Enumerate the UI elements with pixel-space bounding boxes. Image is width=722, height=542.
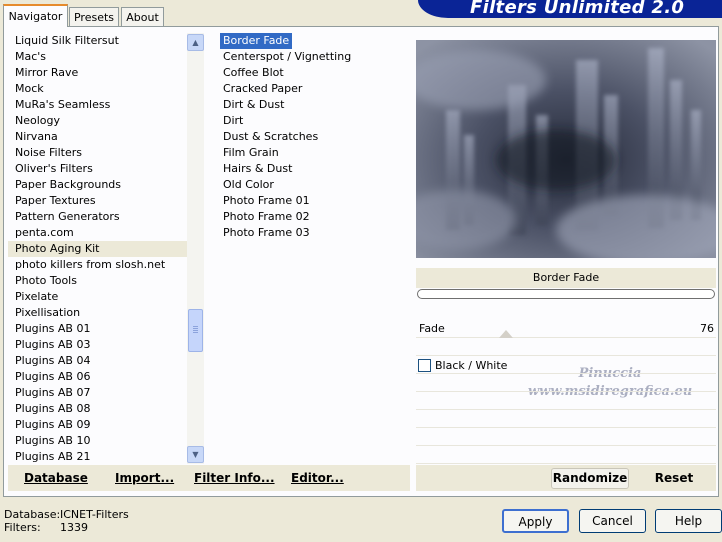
category-item[interactable]: Paper Backgrounds xyxy=(8,177,188,193)
black-white-checkbox[interactable] xyxy=(418,359,431,372)
control-row xyxy=(416,446,716,464)
preview-image xyxy=(416,40,716,258)
category-list[interactable]: Liquid Silk Filtersut Mac's Mirror Rave Moc… xyxy=(8,33,188,465)
editor-button[interactable]: Editor... xyxy=(291,471,344,485)
filter-item[interactable]: Dirt xyxy=(220,113,410,129)
control-row xyxy=(416,338,716,356)
category-item[interactable]: Mirror Rave xyxy=(8,65,188,81)
category-item[interactable]: Plugins AB 03 xyxy=(8,337,188,353)
filter-item[interactable]: Hairs & Dust xyxy=(220,161,410,177)
category-item[interactable]: Paper Textures xyxy=(8,193,188,209)
filter-item[interactable]: Film Grain xyxy=(220,145,410,161)
database-status-label: Database: xyxy=(4,508,61,521)
category-item[interactable]: Pixellisation xyxy=(8,305,188,321)
black-white-label: Black / White xyxy=(435,359,508,372)
filters-status-value: 1339 xyxy=(60,521,88,534)
status-labels: Database: Filters: xyxy=(4,508,60,534)
database-status-value: ICNET-Filters xyxy=(60,508,129,521)
selected-filter-title: Border Fade xyxy=(416,268,716,288)
app-title: Filters Unlimited 2.0 xyxy=(470,0,685,18)
category-item[interactable]: Plugins AB 09 xyxy=(8,417,188,433)
filter-info-button[interactable]: Filter Info... xyxy=(194,471,275,485)
scroll-thumb[interactable] xyxy=(188,309,203,352)
category-scrollbar[interactable]: ▲ ▼ xyxy=(187,33,204,464)
progress-bar xyxy=(417,289,715,299)
category-item[interactable]: Oliver's Filters xyxy=(8,161,188,177)
category-item[interactable]: photo killers from slosh.net xyxy=(8,257,188,273)
category-item[interactable]: Liquid Silk Filtersut xyxy=(8,33,188,49)
apply-button[interactable]: Apply xyxy=(502,509,569,533)
status-values: ICNET-Filters 1339 xyxy=(60,508,129,534)
category-item[interactable]: Noise Filters xyxy=(8,145,188,161)
tab-navigator[interactable]: Navigator xyxy=(3,4,68,27)
control-row xyxy=(416,374,716,392)
tab-about[interactable]: About xyxy=(121,7,164,26)
category-item[interactable]: Plugins AB 10 xyxy=(8,433,188,449)
control-row xyxy=(416,428,716,446)
filter-item[interactable]: Border Fade xyxy=(220,33,293,49)
scroll-down-button[interactable]: ▼ xyxy=(187,446,204,463)
category-item[interactable]: penta.com xyxy=(8,225,188,241)
randomize-button[interactable]: Randomize xyxy=(551,468,629,489)
tab-presets[interactable]: Presets xyxy=(69,7,119,26)
filter-item[interactable]: Coffee Blot xyxy=(220,65,410,81)
category-item[interactable]: Plugins AB 06 xyxy=(8,369,188,385)
database-button[interactable]: Database xyxy=(24,471,88,485)
category-item[interactable]: Nirvana xyxy=(8,129,188,145)
category-item[interactable]: Neology xyxy=(8,113,188,129)
category-item[interactable]: Plugins AB 01 xyxy=(8,321,188,337)
filter-item[interactable]: Dirt & Dust xyxy=(220,97,410,113)
category-item[interactable]: Photo Tools xyxy=(8,273,188,289)
filter-item[interactable]: Photo Frame 03 xyxy=(220,225,410,241)
category-item[interactable]: Plugins AB 04 xyxy=(8,353,188,369)
help-button[interactable]: Help xyxy=(655,509,722,533)
filter-item[interactable]: Centerspot / Vignetting xyxy=(220,49,410,65)
category-item[interactable]: Pattern Generators xyxy=(8,209,188,225)
category-item[interactable]: MuRa's Seamless xyxy=(8,97,188,113)
filter-item[interactable]: Photo Frame 02 xyxy=(220,209,410,225)
fade-slider[interactable] xyxy=(499,330,513,338)
preview-art xyxy=(416,40,716,258)
import-button[interactable]: Import... xyxy=(115,471,174,485)
filter-list[interactable]: Border Fade Centerspot / Vignetting Coffee… xyxy=(220,33,410,243)
filter-item[interactable]: Dust & Scratches xyxy=(220,129,410,145)
cancel-button[interactable]: Cancel xyxy=(579,509,646,533)
header-banner: Filters Unlimited 2.0 xyxy=(418,0,722,18)
filter-item[interactable]: Old Color xyxy=(220,177,410,193)
filter-item[interactable]: Cracked Paper xyxy=(220,81,410,97)
category-item[interactable]: Mac's xyxy=(8,49,188,65)
category-item[interactable]: Plugins AB 08 xyxy=(8,401,188,417)
fade-value: 76 xyxy=(700,322,714,335)
fade-label: Fade xyxy=(419,322,445,335)
category-item[interactable]: Mock xyxy=(8,81,188,97)
control-row xyxy=(416,392,716,410)
filter-item[interactable]: Photo Frame 01 xyxy=(220,193,410,209)
scroll-up-button[interactable]: ▲ xyxy=(187,34,204,51)
category-item[interactable]: Plugins AB 21 xyxy=(8,449,188,465)
reset-button[interactable]: Reset xyxy=(640,468,708,489)
category-item[interactable]: Pixelate xyxy=(8,289,188,305)
filters-status-label: Filters: xyxy=(4,521,41,534)
control-row xyxy=(416,410,716,428)
category-item[interactable]: Photo Aging Kit xyxy=(8,241,188,257)
category-item[interactable]: Plugins AB 07 xyxy=(8,385,188,401)
